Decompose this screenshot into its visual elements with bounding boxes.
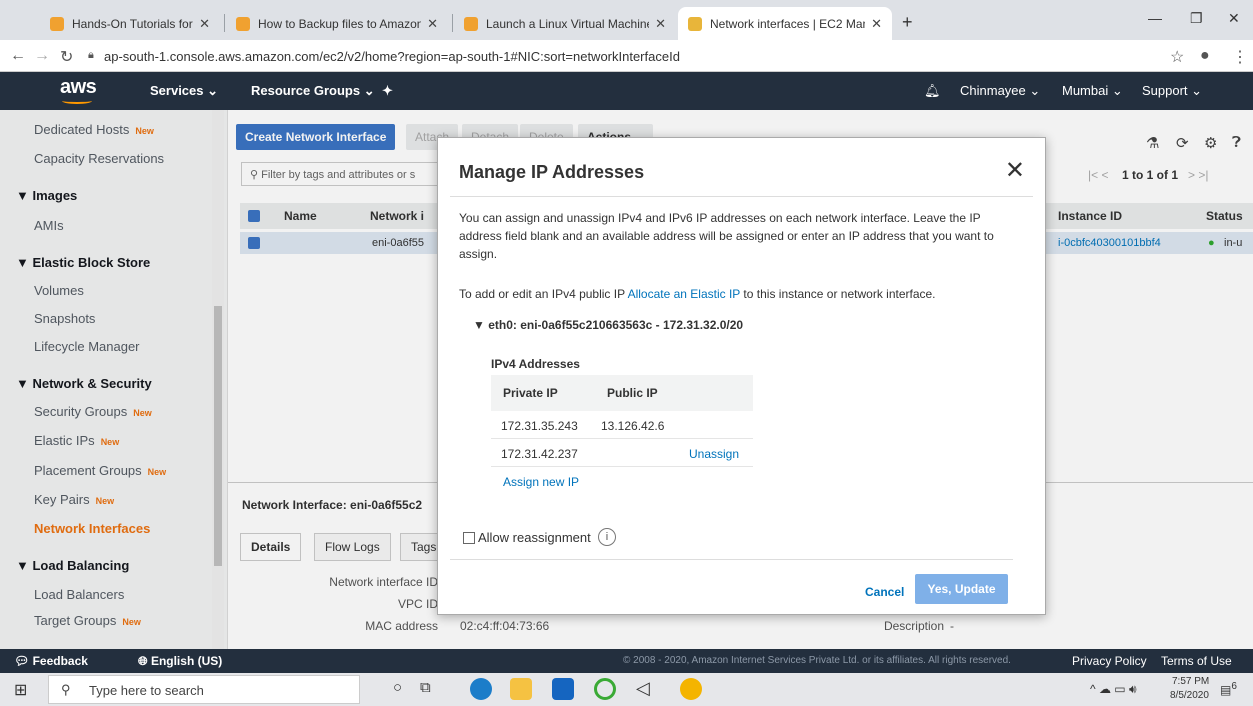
file-explorer-icon[interactable] [510,678,532,700]
close-icon[interactable]: ✕ [427,16,438,32]
browser-tab-2[interactable]: How to Backup files to Amazon S ✕ [226,7,448,40]
language-link[interactable]: 🌐︎ English (US) [138,654,222,669]
profile-icon[interactable]: ● [1200,47,1210,65]
aws-logo[interactable]: aws [60,76,97,104]
modal-description: You can assign and unassign IPv4 and IPv… [459,211,994,261]
modal-title: Manage IP Addresses [459,162,645,182]
clock-date: 8/5/2020 [1170,690,1209,701]
elastic-ip-hint: To add or edit an IPv4 public IP Allocat… [459,287,936,301]
unassign-link[interactable]: Unassign [689,447,739,461]
services-menu[interactable]: Services ⌄ [150,83,218,99]
close-icon[interactable]: ✕ [655,16,666,32]
browser-tab-1[interactable]: Hands-On Tutorials for Amazon W✕ [40,7,220,40]
star-icon[interactable]: ☆ [1170,47,1184,67]
notifications-icon[interactable]: ▤6 [1220,681,1237,697]
reload-icon[interactable]: ↻ [60,47,73,67]
support-menu[interactable]: Support ⌄ [1142,83,1202,99]
pin-icon[interactable]: ✦ [382,83,393,99]
browser-tab-bar: Hands-On Tutorials for Amazon W✕ How to … [0,0,1253,40]
terms-link[interactable]: Terms of Use [1161,654,1232,668]
mail-icon[interactable] [552,678,574,700]
close-icon[interactable]: ✕ [199,16,210,32]
eth0-expander[interactable]: ▼ eth0: eni-0a6f55c210663563c - 172.31.3… [473,318,743,332]
chrome-icon[interactable] [680,678,702,700]
feedback-hub-icon[interactable]: ◁ [636,678,650,699]
edge-icon[interactable] [470,678,492,700]
taskbar-search[interactable]: ⚲ Type here to search [48,675,360,704]
user-menu[interactable]: Chinmayee ⌄ [960,83,1040,99]
forward-icon[interactable]: → [34,47,50,65]
ec2-tab-icon [688,16,702,31]
allow-reassignment-checkbox[interactable] [463,532,475,544]
cancel-button[interactable]: Cancel [865,585,904,599]
aws-tab-icon [464,16,478,31]
aws-tab-icon [236,16,250,31]
new-tab-icon[interactable]: + [902,12,913,33]
search-icon: ⚲ [61,682,71,697]
address-bar: ← → ↻ 🔒︎ ap-south-1.console.aws.amazon.c… [0,40,1253,72]
clock-time: 7:57 PM [1172,676,1210,687]
assign-new-ip-link[interactable]: Assign new IP [503,475,579,489]
ipv4-title: IPv4 Addresses [491,357,580,371]
url-field[interactable]: ap-south-1.console.aws.amazon.com/ec2/v2… [104,49,680,64]
ip-row: 172.31.35.243 13.126.42.6 [491,411,753,439]
copyright: © 2008 - 2020, Amazon Internet Services … [623,655,1011,666]
col-public-ip: Public IP [607,386,658,400]
feedback-link[interactable]: 💬︎ Feedback [14,654,88,668]
resource-groups-menu[interactable]: Resource Groups ⌄ [251,83,375,99]
close-icon[interactable]: ✕ [1005,156,1025,185]
system-tray-icons[interactable]: ^ ☁ ▭ 🔊︎ [1090,682,1137,697]
aws-tab-icon [50,16,64,31]
info-icon[interactable]: i [598,528,616,546]
manage-ip-modal: Manage IP Addresses ✕ You can assign and… [437,137,1046,615]
lock-icon: 🔒︎ [88,49,94,61]
bell-icon[interactable]: 🔔︎ [924,83,941,99]
cortana-icon[interactable]: ○ [393,679,402,696]
back-icon[interactable]: ← [10,47,26,65]
app-icon[interactable] [594,678,616,700]
window-close-icon[interactable]: ✕ [1228,10,1240,27]
allocate-elastic-ip-link[interactable]: Allocate an Elastic IP [628,287,741,301]
public-ip: 13.126.42.6 [601,419,665,433]
restore-icon[interactable]: ❐ [1190,10,1203,27]
menu-icon[interactable]: ⋮ [1232,47,1248,67]
ipv4-table: Private IP Public IP 172.31.35.243 13.12… [491,375,753,495]
allow-reassignment-label: Allow reassignment [478,530,591,545]
region-menu[interactable]: Mumbai ⌄ [1062,83,1123,99]
ip-row: 172.31.42.237 Unassign [491,439,753,467]
windows-start-icon[interactable]: ⊞ [14,680,27,700]
private-ip: 172.31.42.237 [501,447,578,461]
close-icon[interactable]: ✕ [871,16,882,32]
minimize-icon[interactable]: — [1148,10,1162,26]
yes-update-button[interactable]: Yes, Update [915,574,1008,604]
browser-tab-3[interactable]: Launch a Linux Virtual Machine w ✕ [454,7,676,40]
privacy-link[interactable]: Privacy Policy [1072,654,1147,668]
aws-top-nav: aws Services ⌄ Resource Groups ⌄ ✦ 🔔︎ Ch… [0,72,1253,110]
browser-tab-4-active[interactable]: Network interfaces | EC2 Manage✕ [678,7,892,40]
task-view-icon[interactable]: ⧉ [420,679,431,696]
private-ip: 172.31.35.243 [501,419,578,433]
col-private-ip: Private IP [503,386,558,400]
globe-icon: 🌐︎ [138,654,151,668]
aws-footer: 💬︎ Feedback 🌐︎ English (US) © 2008 - 202… [0,649,1253,673]
windows-taskbar: ⊞ ⚲ Type here to search ○ ⧉ ◁ ^ ☁ ▭ 🔊︎ 7:… [0,673,1253,706]
feedback-icon: 💬︎ [14,654,33,668]
